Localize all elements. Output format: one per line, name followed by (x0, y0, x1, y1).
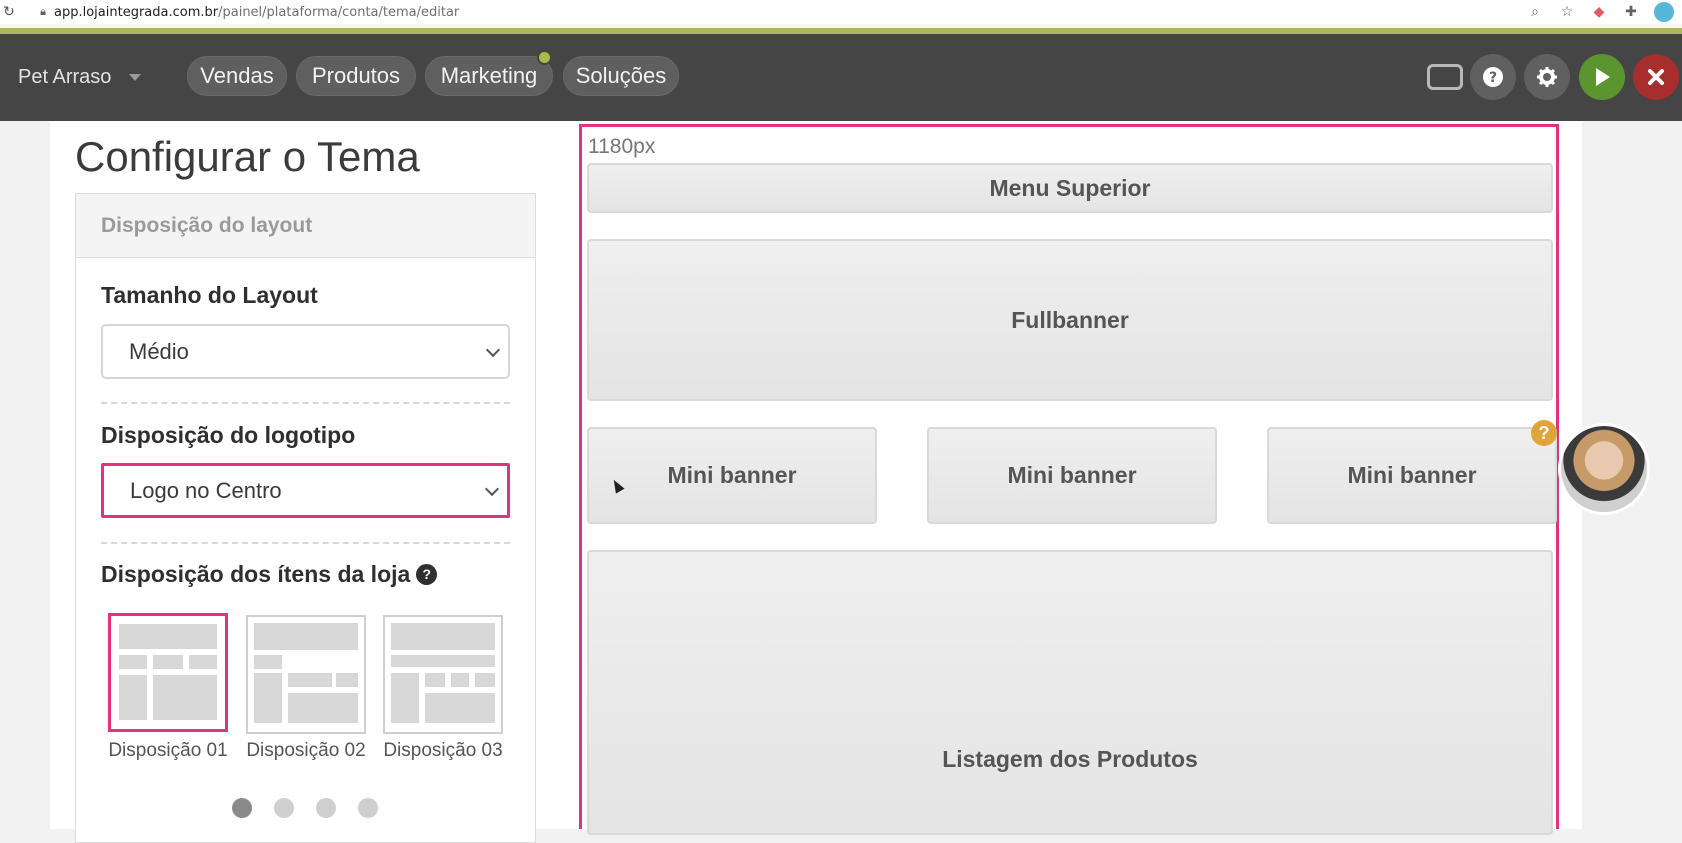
close-button[interactable] (1633, 54, 1679, 100)
items-layout-label-text: Disposição dos ítens da loja (101, 561, 411, 587)
menu-superior-block[interactable]: Menu Superior (587, 163, 1553, 213)
disposition-02-thumb[interactable] (246, 615, 366, 734)
divider (101, 542, 510, 544)
nav-produtos[interactable]: Produtos (296, 56, 416, 96)
play-icon (1596, 68, 1610, 86)
mini-banner-block[interactable]: Mini banner (927, 427, 1217, 524)
thumb-block (153, 655, 183, 669)
pager-dot[interactable] (358, 798, 378, 818)
puzzle-icon[interactable]: ✚ (1622, 3, 1640, 21)
fullbanner-block[interactable]: Fullbanner (587, 239, 1553, 401)
thumb-block (425, 673, 445, 687)
thumb-block (451, 673, 469, 687)
mini-banner-block[interactable]: Mini banner (1267, 427, 1557, 524)
url-text[interactable]: app.lojaintegrada.com.br/painel/platafor… (54, 5, 459, 20)
url-path: /painel/plataforma/conta/tema/editar (218, 4, 460, 20)
store-selector[interactable]: Pet Arraso (18, 66, 142, 89)
question-icon[interactable]: ? (416, 563, 438, 585)
thumb-block (119, 655, 147, 669)
thumb-block (288, 655, 358, 667)
product-listing-block[interactable]: Listagem dos Produtos (587, 550, 1553, 835)
thumb-block (288, 693, 358, 723)
support-avatar[interactable] (1558, 423, 1650, 515)
layout-size-value: Médio (129, 338, 189, 364)
disposition-01-label: Disposição 01 (108, 740, 228, 761)
star-icon[interactable]: ☆ (1558, 3, 1576, 21)
close-icon (1648, 69, 1664, 85)
browser-actions: ⌕ ☆ ◆ ✚ (1526, 2, 1674, 22)
disposition-03-thumb[interactable] (383, 615, 503, 734)
zoom-icon[interactable]: ⌕ (1526, 3, 1544, 21)
url-host: app.lojaintegrada.com.br (54, 4, 219, 20)
profile-icon[interactable] (1654, 2, 1674, 22)
layout-preview: 1180px Menu Superior Fullbanner Mini ban… (579, 124, 1559, 835)
question-icon[interactable]: ? (1531, 420, 1557, 446)
thumb-block (153, 675, 217, 720)
extension-icon[interactable]: ◆ (1590, 3, 1608, 21)
disposition-03-label: Disposição 03 (383, 740, 503, 761)
disposition-02-label: Disposição 02 (246, 740, 366, 761)
thumb-block (391, 673, 419, 723)
thumb-block (336, 673, 358, 687)
thumb-block (254, 655, 282, 669)
logo-layout-label: Disposição do logotipo (101, 422, 356, 448)
thumb-block (475, 673, 495, 687)
settings-button[interactable] (1524, 54, 1570, 100)
thumb-block (119, 624, 217, 649)
pager-dot[interactable] (316, 798, 336, 818)
svg-text:?: ? (1489, 70, 1497, 86)
monitor-icon[interactable] (1427, 64, 1463, 90)
pager-dot[interactable] (232, 798, 252, 818)
layout-settings-panel: Disposição do layout Tamanho do Layout M… (75, 193, 536, 843)
thumb-block (391, 655, 495, 667)
preview-store-button[interactable] (1579, 54, 1625, 100)
page-title: Configurar o Tema (75, 133, 420, 180)
lock-icon[interactable]: 🔒︎ (32, 5, 54, 19)
nav-solucoes[interactable]: Soluções (563, 56, 679, 96)
thumb-block (391, 623, 495, 650)
thumb-block (254, 623, 358, 650)
help-button[interactable]: ? (1470, 54, 1516, 100)
disposition-01-thumb[interactable] (108, 613, 228, 732)
panel-header: Disposição do layout (76, 194, 535, 258)
chevron-down-icon (485, 342, 501, 357)
mini-banner-block[interactable]: Mini banner (587, 427, 877, 524)
nav-marketing[interactable]: Marketing (425, 56, 553, 96)
thumb-block (425, 693, 495, 723)
divider (101, 402, 510, 404)
browser-address-bar: ↻ 🔒︎ app.lojaintegrada.com.br/painel/pla… (0, 0, 1682, 24)
carousel-pager (232, 798, 378, 818)
reload-icon[interactable]: ↻ (0, 4, 18, 20)
store-name: Pet Arraso (18, 66, 112, 88)
layout-size-label: Tamanho do Layout (101, 282, 318, 308)
chevron-down-icon (129, 74, 142, 81)
items-layout-label: Disposição dos ítens da loja? (101, 561, 438, 588)
gear-icon (1537, 67, 1557, 87)
question-icon: ? (1483, 67, 1503, 87)
pager-dot[interactable] (274, 798, 294, 818)
thumb-block (119, 675, 147, 720)
preview-width-label: 1180px (588, 135, 656, 158)
logo-layout-value: Logo no Centro (130, 477, 282, 503)
logo-layout-select[interactable]: Logo no Centro (101, 463, 510, 518)
top-navigation: Pet Arraso Vendas Produtos Marketing Sol… (0, 34, 1682, 121)
chevron-down-icon (484, 481, 500, 496)
layout-size-select[interactable]: Médio (101, 324, 510, 379)
thumb-block (254, 673, 282, 723)
notification-dot (537, 50, 552, 65)
thumb-block (189, 655, 217, 669)
thumb-block (288, 673, 332, 687)
nav-vendas[interactable]: Vendas (187, 56, 287, 96)
